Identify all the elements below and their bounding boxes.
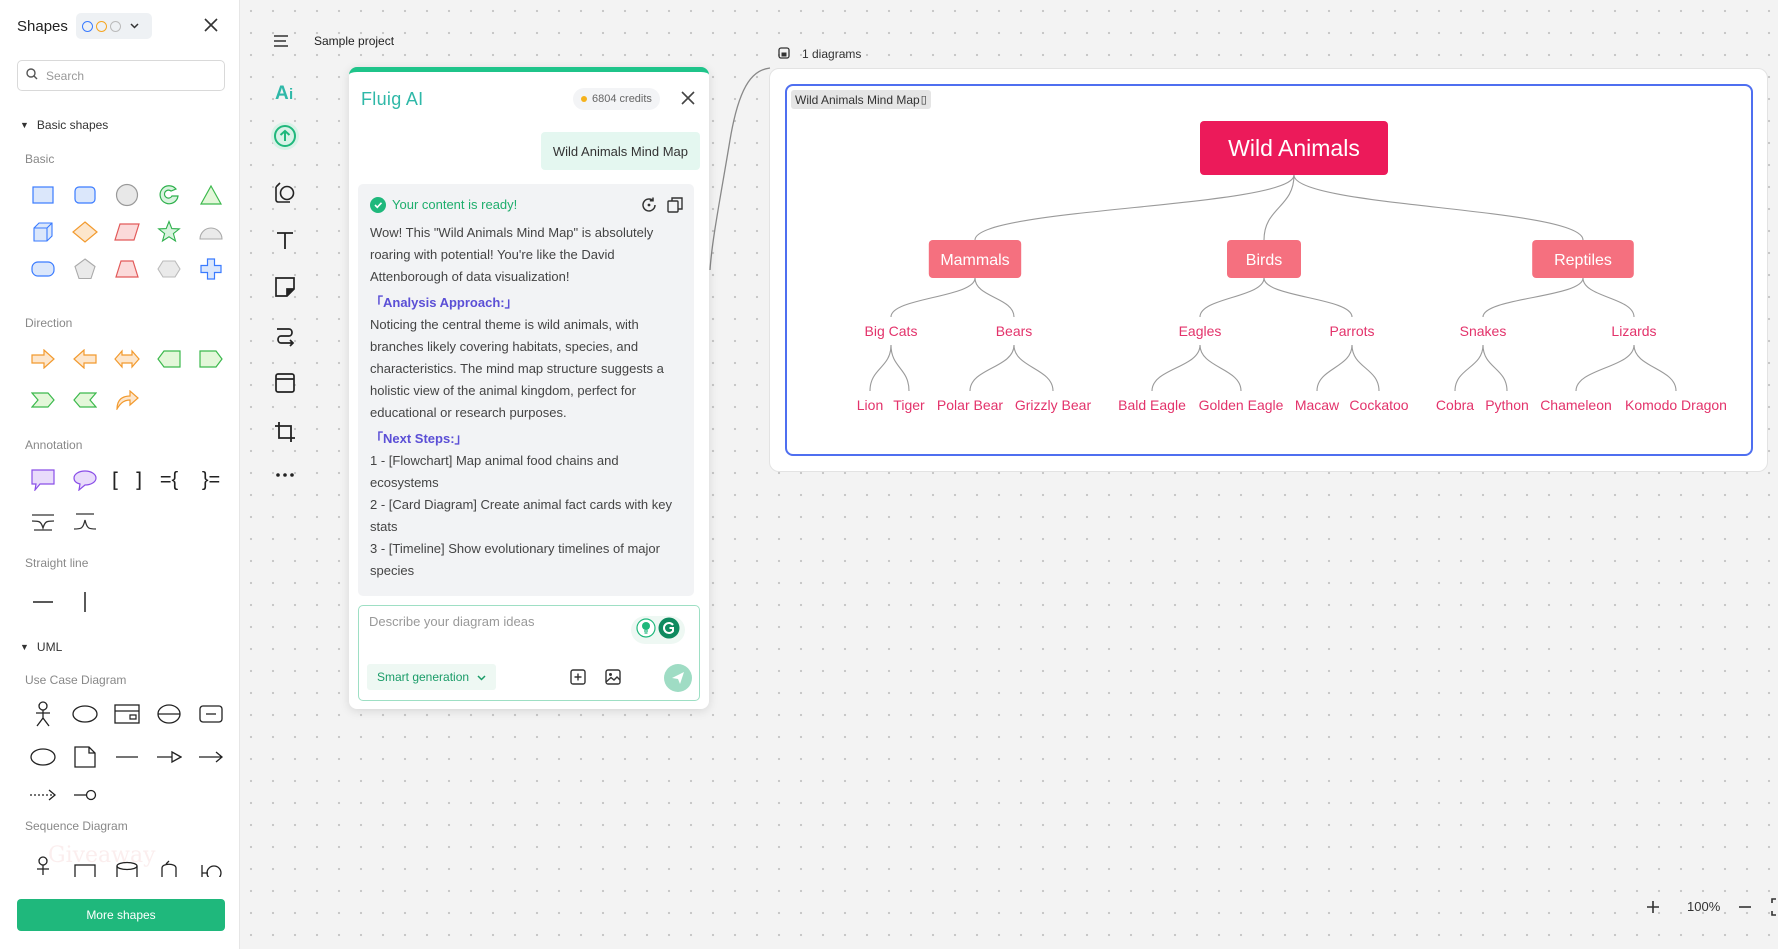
fit-screen-icon[interactable] <box>1770 897 1778 917</box>
sub-node-label[interactable]: Eagles <box>1179 323 1222 339</box>
mind-map-connector <box>1263 277 1353 318</box>
mind-map-connector <box>1199 344 1242 392</box>
branch-node-label[interactable]: Mammals <box>940 252 1009 269</box>
mind-map-connector <box>1013 344 1054 392</box>
mind-map-connector <box>1482 277 1584 318</box>
leaf-node-label[interactable]: Komodo Dragon <box>1625 397 1727 413</box>
leaf-node-label[interactable]: Macaw <box>1295 397 1340 413</box>
mind-map-connector <box>1454 344 1484 392</box>
leaf-node-label[interactable]: Python <box>1485 397 1529 413</box>
leaf-node-label[interactable]: Tiger <box>893 397 925 413</box>
branch-node-label[interactable]: Birds <box>1246 252 1282 269</box>
leaf-node-label[interactable]: Polar Bear <box>937 397 1003 413</box>
leaf-node-label[interactable]: Grizzly Bear <box>1015 397 1092 413</box>
mind-map-connector <box>1482 344 1508 392</box>
mind-map-connector <box>974 277 1015 318</box>
mind-map-connector <box>1351 344 1380 392</box>
sub-node-label[interactable]: Parrots <box>1329 323 1374 339</box>
root-node-label[interactable]: Wild Animals <box>1228 135 1360 161</box>
zoom-in-icon[interactable] <box>1642 896 1664 918</box>
branch-node-label[interactable]: Reptiles <box>1554 252 1612 269</box>
mind-map-connector <box>1263 174 1295 241</box>
sub-node-label[interactable]: Big Cats <box>865 323 918 339</box>
mind-map-connector <box>1582 277 1635 318</box>
leaf-node-label[interactable]: Lion <box>857 397 883 413</box>
zoom-out-icon[interactable] <box>1734 896 1756 918</box>
leaf-node-label[interactable]: Golden Eagle <box>1199 397 1284 413</box>
mind-map-connector <box>890 277 976 318</box>
sub-node-label[interactable]: Bears <box>996 323 1033 339</box>
mind-map-connector <box>1293 174 1584 241</box>
zoom-level[interactable]: 100% <box>1687 899 1720 914</box>
mind-map-connector <box>869 344 892 392</box>
leaf-node-label[interactable]: Cobra <box>1436 397 1474 413</box>
mind-map-connector <box>1575 344 1635 392</box>
mind-map-connector <box>969 344 1015 392</box>
leaf-node-label[interactable]: Bald Eagle <box>1118 397 1186 413</box>
mind-map-connector <box>890 344 910 392</box>
leaf-node-label[interactable]: Cockatoo <box>1349 397 1408 413</box>
mind-map-connector <box>974 174 1295 241</box>
sub-node-label[interactable]: Lizards <box>1611 323 1656 339</box>
leaf-node-label[interactable]: Chameleon <box>1540 397 1612 413</box>
sub-node-label[interactable]: Snakes <box>1460 323 1507 339</box>
mind-map-connector <box>1633 344 1677 392</box>
mind-map-connector <box>1151 344 1201 392</box>
mind-map-connector <box>1316 344 1353 392</box>
mind-map: Wild Animals Mammals Big Cats Lion Tiger Bear… <box>857 121 1727 413</box>
mind-map-connector <box>1199 277 1265 318</box>
